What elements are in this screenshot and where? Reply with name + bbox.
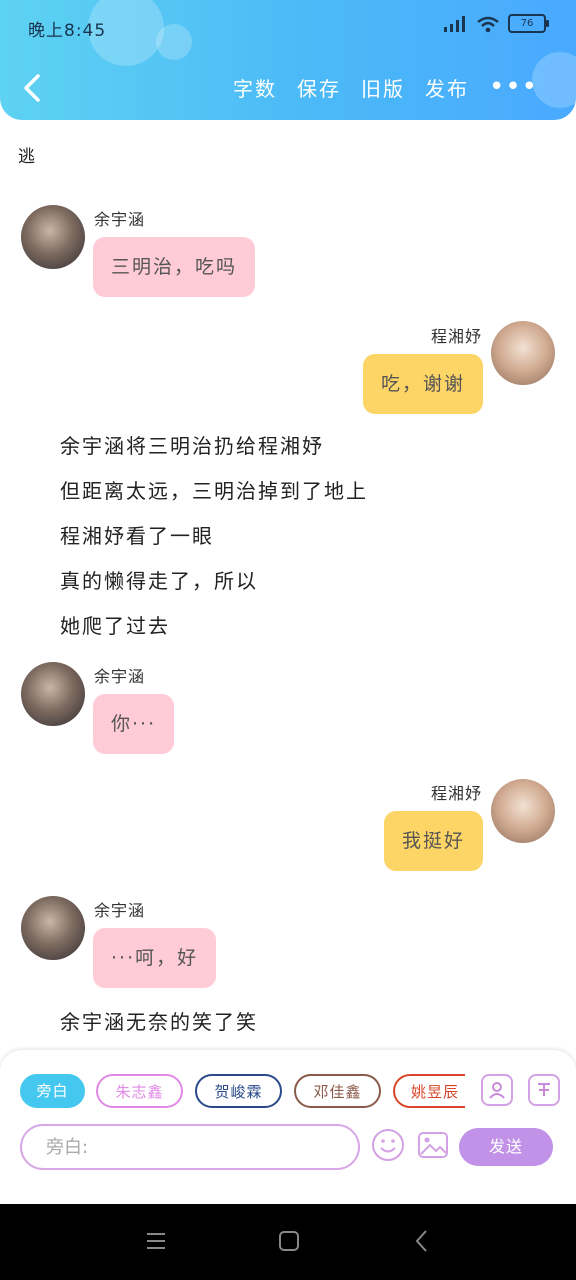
speaker-name: 余宇涵 bbox=[94, 901, 146, 920]
narration-line: 余宇涵无奈的笑了笑 bbox=[60, 1010, 258, 1034]
avatar-cheng-xiangyu[interactable] bbox=[491, 321, 555, 385]
chip-character[interactable]: 朱志鑫 bbox=[96, 1074, 183, 1108]
chip-narrator[interactable]: 旁白 bbox=[20, 1074, 85, 1108]
back-arrow-icon[interactable] bbox=[18, 70, 48, 106]
back-icon[interactable] bbox=[412, 1226, 432, 1256]
narration-line: 程湘妤看了一眼 bbox=[60, 524, 214, 548]
bubble-decoration bbox=[532, 52, 576, 108]
narration-line: 但距离太远，三明治掉到了地上 bbox=[60, 479, 368, 503]
emoji-icon[interactable] bbox=[371, 1128, 405, 1162]
compose-panel: 旁白 朱志鑫 贺峻霖 邓佳鑫 姚昱辰 发送 bbox=[0, 1050, 576, 1204]
tag-icon[interactable] bbox=[528, 1074, 560, 1106]
app-header: 晚上8:45 76 字数 保存 旧版 发布 ••• bbox=[0, 0, 576, 120]
wifi-icon bbox=[477, 16, 499, 32]
message-bubble[interactable]: 吃，谢谢 bbox=[362, 354, 483, 414]
save-button[interactable]: 保存 bbox=[297, 73, 341, 102]
battery-icon: 76 bbox=[508, 14, 549, 33]
chip-character[interactable]: 姚昱辰 bbox=[393, 1074, 465, 1108]
menu-icon[interactable] bbox=[146, 1226, 166, 1256]
speaker-name: 程湘妤 bbox=[430, 784, 482, 803]
more-options-icon[interactable]: ••• bbox=[489, 72, 538, 102]
add-character-icon[interactable] bbox=[481, 1074, 513, 1106]
narration-text: 逃 bbox=[18, 147, 35, 167]
narration-line: 真的懒得走了，所以 bbox=[60, 569, 258, 593]
speaker-name: 余宇涵 bbox=[94, 210, 146, 229]
status-icons: 76 bbox=[442, 14, 549, 33]
image-icon[interactable] bbox=[416, 1128, 450, 1162]
system-nav-bar bbox=[0, 1204, 576, 1280]
home-icon[interactable] bbox=[278, 1226, 300, 1256]
avatar-yu-yuhan[interactable] bbox=[21, 896, 85, 960]
message-bubble[interactable]: 三明治，吃吗 bbox=[93, 237, 256, 297]
avatar-yu-yuhan[interactable] bbox=[21, 662, 85, 726]
signal-icon bbox=[444, 15, 465, 32]
bubble-decoration bbox=[156, 24, 192, 60]
status-time: 晚上8:45 bbox=[28, 21, 107, 41]
chat-area[interactable]: 逃 余宇涵 三明治，吃吗 程湘妤 吃，谢谢 余宇涵将三明治扔给程湘妤 但距离太远… bbox=[0, 120, 576, 1050]
chip-character[interactable]: 邓佳鑫 bbox=[294, 1074, 381, 1108]
publish-button[interactable]: 发布 bbox=[425, 73, 469, 102]
send-button[interactable]: 发送 bbox=[459, 1128, 553, 1166]
old-version-button[interactable]: 旧版 bbox=[361, 73, 405, 102]
word-count-button[interactable]: 字数 bbox=[233, 73, 277, 102]
message-bubble[interactable]: ···呵，好 bbox=[93, 928, 217, 988]
avatar-cheng-xiangyu[interactable] bbox=[491, 779, 555, 843]
message-bubble[interactable]: 我挺好 bbox=[383, 811, 483, 871]
narration-line: 余宇涵将三明治扔给程湘妤 bbox=[60, 434, 324, 458]
speaker-name: 程湘妤 bbox=[430, 327, 482, 346]
message-input[interactable] bbox=[20, 1124, 360, 1170]
avatar-yu-yuhan[interactable] bbox=[21, 205, 85, 269]
message-bubble[interactable]: 你··· bbox=[93, 694, 175, 754]
speaker-name: 余宇涵 bbox=[94, 667, 146, 686]
narration-line: 她爬了过去 bbox=[60, 614, 170, 638]
header-menu: 字数 保存 旧版 发布 ••• bbox=[233, 72, 538, 102]
chip-character[interactable]: 贺峻霖 bbox=[195, 1074, 282, 1108]
